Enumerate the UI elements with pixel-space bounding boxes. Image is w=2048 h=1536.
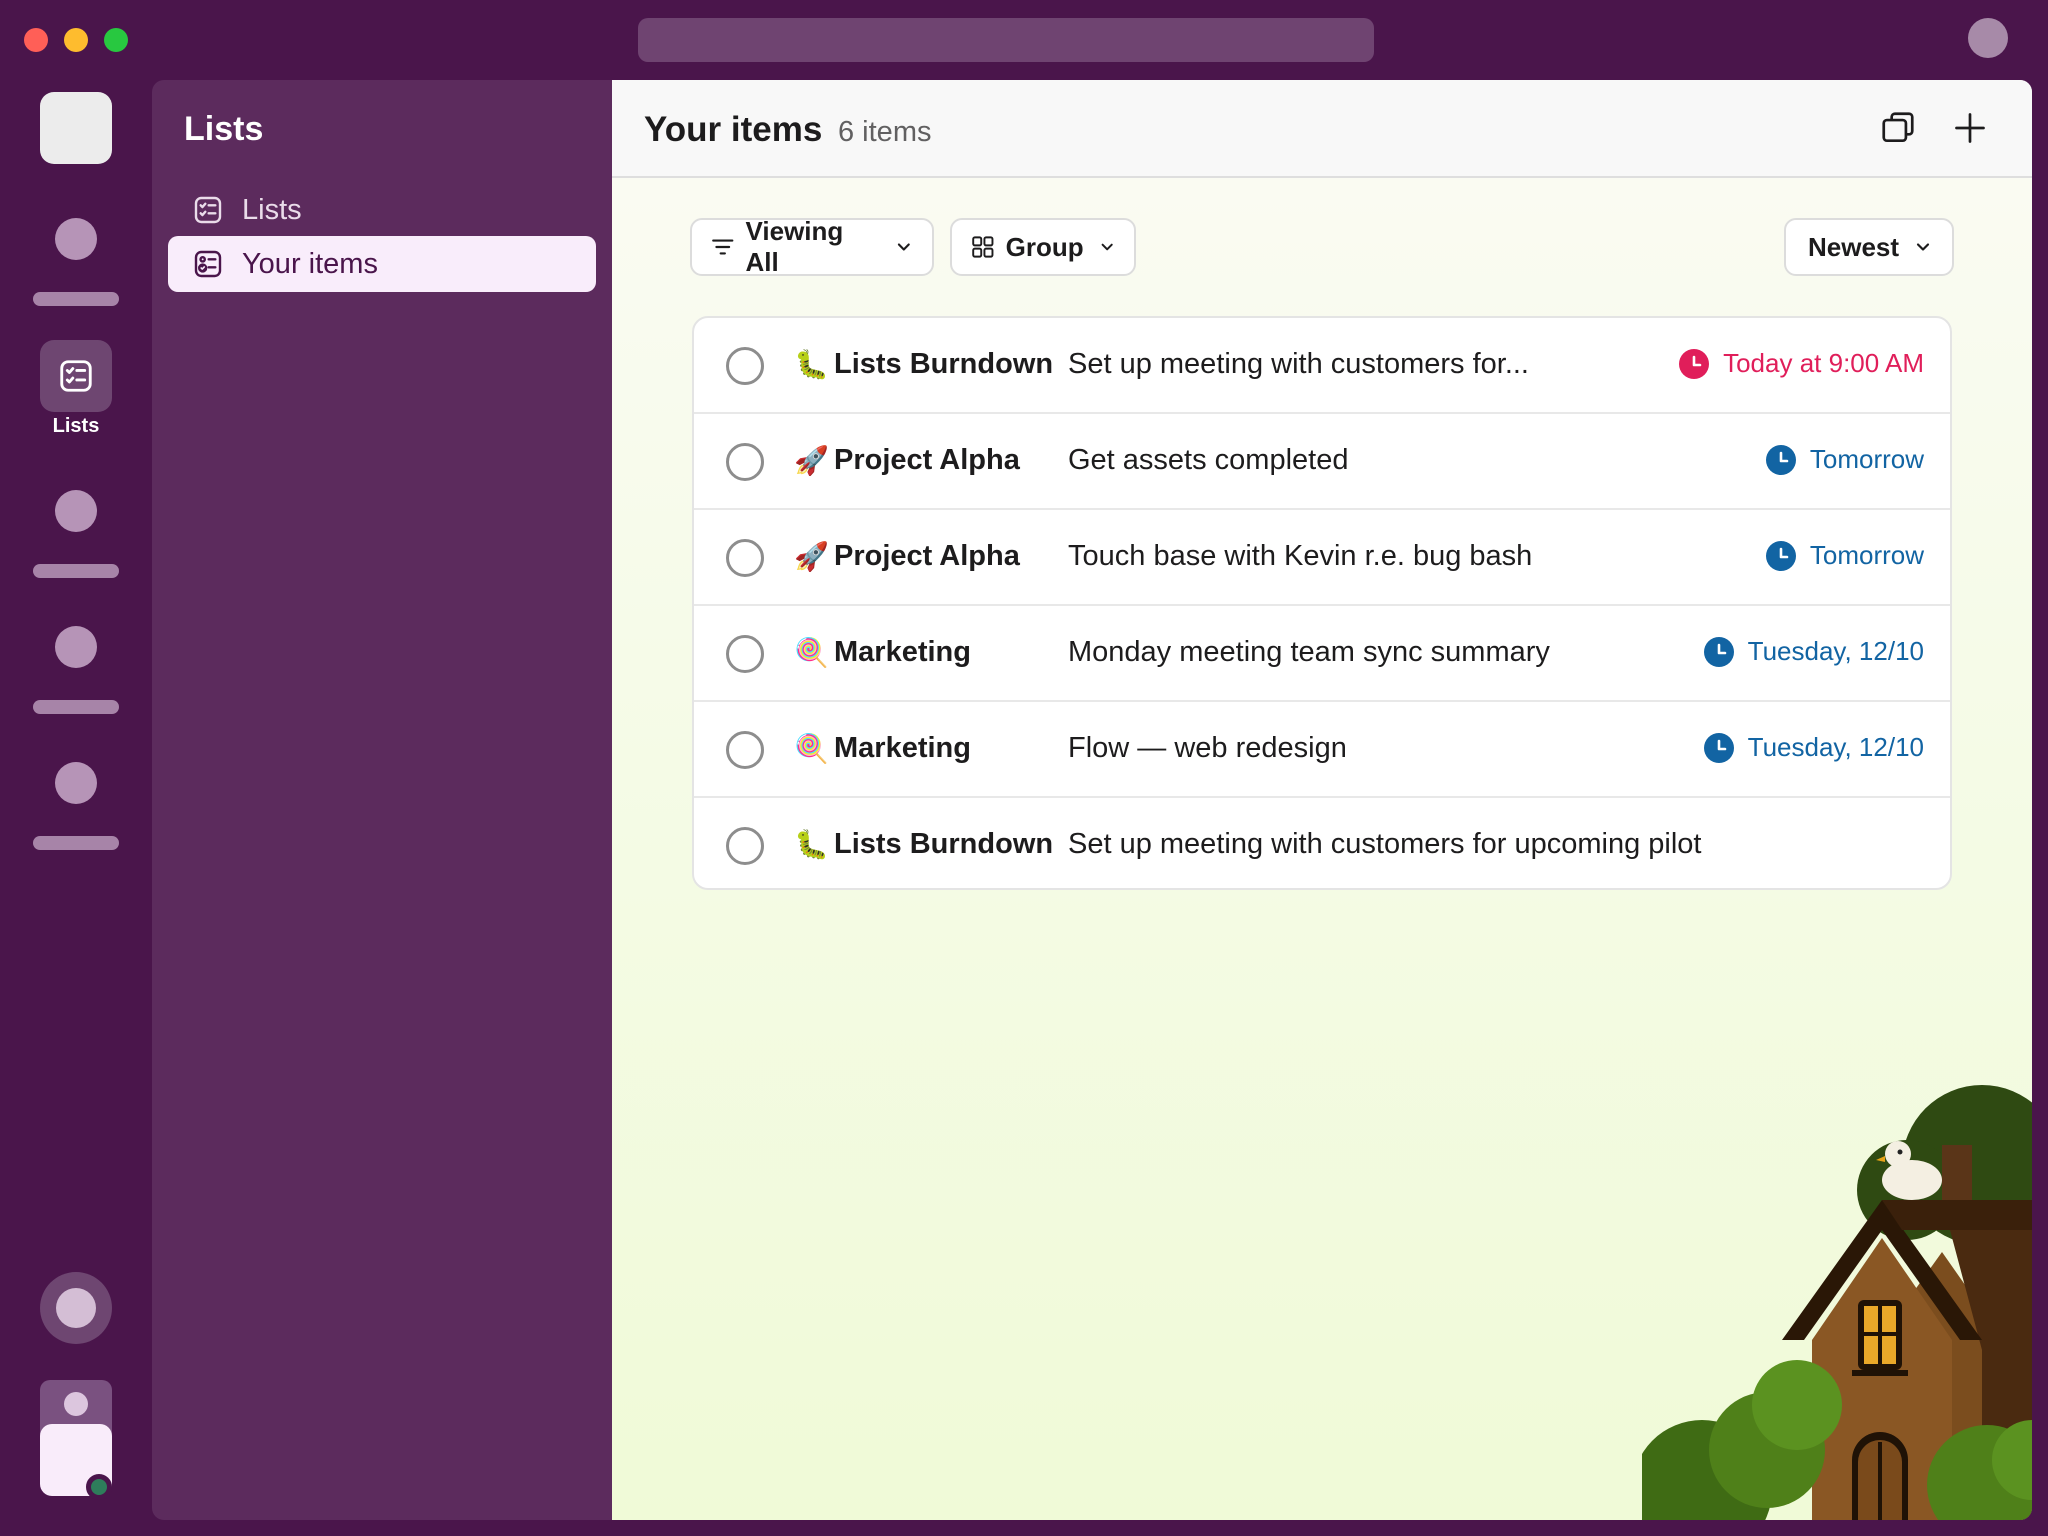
item-count: 6 items [838, 116, 932, 148]
viewing-filter-label: Viewing All [745, 216, 844, 277]
rocket-icon: 🚀 [794, 541, 829, 572]
clock-icon [1703, 636, 1734, 667]
zoom-window-button[interactable] [104, 28, 128, 52]
list-name: Project Alpha [834, 444, 1020, 476]
page-title: Your items [644, 110, 823, 149]
list-item[interactable]: 🐛 Lists Burndown Set up meeting with cus… [694, 318, 1950, 414]
rail-nav-label-placeholder [33, 700, 119, 714]
due-date: Tomorrow [1765, 540, 1924, 571]
new-window-icon [1882, 112, 1914, 143]
rocket-icon: 🚀 [794, 445, 829, 476]
rail-nav-icon[interactable] [55, 218, 97, 260]
list-name: Marketing [834, 732, 971, 764]
bug-icon: 🐛 [794, 349, 829, 380]
main-header: Your items 6 items [612, 80, 2032, 178]
user-dot-icon [64, 1392, 88, 1416]
rail-lists-label: Lists [52, 415, 100, 437]
checklist-icon [60, 360, 92, 392]
sidebar-item-your-items[interactable]: Your items [168, 236, 596, 292]
lollipop-icon: 🍭 [794, 733, 829, 764]
profile-avatar[interactable] [1968, 18, 2008, 58]
user-menu-button[interactable] [40, 1380, 112, 1500]
due-date: Tomorrow [1765, 444, 1924, 475]
item-title: Set up meeting with customers for upcomi… [1068, 828, 1702, 860]
list-item[interactable]: 🍭 Marketing Monday meeting team sync sum… [694, 606, 1950, 702]
minimize-window-button[interactable] [64, 28, 88, 52]
group-label: Group [1005, 231, 1084, 262]
clock-icon [1703, 732, 1734, 763]
plus-icon [1955, 113, 1985, 143]
list-name: Project Alpha [834, 540, 1020, 572]
due-date-label: Tomorrow [1809, 444, 1924, 474]
lollipop-icon: 🍭 [794, 637, 829, 668]
viewing-filter-button[interactable]: Viewing All [690, 216, 934, 277]
items-list: 🐛 Lists Burndown Set up meeting with cus… [692, 316, 1952, 890]
rail-nav-icon[interactable] [55, 626, 97, 668]
search-bar[interactable] [638, 18, 1374, 62]
rail-lists-button[interactable] [40, 340, 112, 412]
clock-icon [1765, 540, 1796, 571]
list-item[interactable]: 🍭 Marketing Flow — web redesign Tuesday,… [694, 702, 1950, 798]
clock-icon [1679, 348, 1710, 379]
complete-checkbox[interactable] [726, 347, 764, 385]
chevron-down-icon [1916, 243, 1930, 251]
main-panel: Your items 6 items Viewing All Group New… [612, 80, 2032, 1520]
due-date-label: Tuesday, 12/10 [1747, 732, 1924, 762]
list-item[interactable]: 🚀 Project Alpha Touch base with Kevin r.… [694, 510, 1950, 606]
sidebar-item-lists[interactable]: Lists [168, 182, 596, 238]
workspace-rail: Lists [0, 80, 152, 1536]
complete-checkbox[interactable] [726, 827, 764, 865]
checklist-icon [192, 194, 224, 226]
grid-icon [972, 236, 994, 258]
list-name: Lists Burndown [834, 348, 1054, 380]
item-title: Set up meeting with customers for... [1068, 348, 1529, 380]
due-date: Tuesday, 12/10 [1703, 732, 1924, 763]
add-item-button[interactable] [1946, 104, 1994, 152]
clock-icon [1765, 444, 1796, 475]
complete-checkbox[interactable] [726, 635, 764, 673]
rail-nav-label-placeholder [33, 292, 119, 306]
close-window-button[interactable] [24, 28, 48, 52]
complete-checkbox[interactable] [726, 539, 764, 577]
presence-indicator [86, 1474, 112, 1500]
chevron-down-icon [898, 243, 911, 251]
sidebar-item-label: Your items [242, 247, 378, 280]
rail-nav-icon[interactable] [55, 490, 97, 532]
group-button[interactable]: Group [950, 218, 1136, 276]
title-bar [0, 0, 2048, 80]
rail-nav-label-placeholder [33, 836, 119, 850]
bug-icon: 🐛 [794, 829, 829, 860]
sort-label: Newest [1808, 231, 1900, 262]
chevron-down-icon [1101, 243, 1113, 251]
item-title: Touch base with Kevin r.e. bug bash [1068, 540, 1533, 572]
rail-status-button[interactable] [40, 1272, 112, 1344]
list-item[interactable]: 🐛 Lists Burndown Set up meeting with cus… [694, 798, 1950, 888]
workspace-icon[interactable] [40, 92, 112, 164]
sort-button[interactable]: Newest [1784, 218, 1954, 276]
list-name: Marketing [834, 636, 971, 668]
open-in-window-button[interactable] [1874, 104, 1922, 152]
lists-sidebar: Lists Lists Your items [152, 80, 612, 1520]
status-icon [56, 1288, 96, 1328]
list-item[interactable]: 🚀 Project Alpha Get assets completed Tom… [694, 414, 1950, 510]
rail-nav-icon[interactable] [55, 762, 97, 804]
sidebar-title: Lists [184, 110, 264, 148]
sidebar-item-label: Lists [242, 193, 302, 226]
due-date-label: Today at 9:00 AM [1723, 348, 1924, 378]
item-title: Flow — web redesign [1068, 732, 1347, 764]
filter-icon [712, 239, 734, 255]
complete-checkbox[interactable] [726, 443, 764, 481]
due-date-label: Tuesday, 12/10 [1747, 636, 1924, 666]
due-date: Today at 9:00 AM [1679, 348, 1924, 379]
item-title: Monday meeting team sync summary [1068, 636, 1550, 668]
due-date-label: Tomorrow [1809, 540, 1924, 570]
rail-nav-label-placeholder [33, 564, 119, 578]
checklist-person-icon [192, 248, 224, 280]
due-date: Tuesday, 12/10 [1703, 636, 1924, 667]
item-title: Get assets completed [1068, 444, 1349, 476]
complete-checkbox[interactable] [726, 731, 764, 769]
list-name: Lists Burndown [834, 828, 1054, 860]
house-illustration [1642, 1085, 2032, 1520]
